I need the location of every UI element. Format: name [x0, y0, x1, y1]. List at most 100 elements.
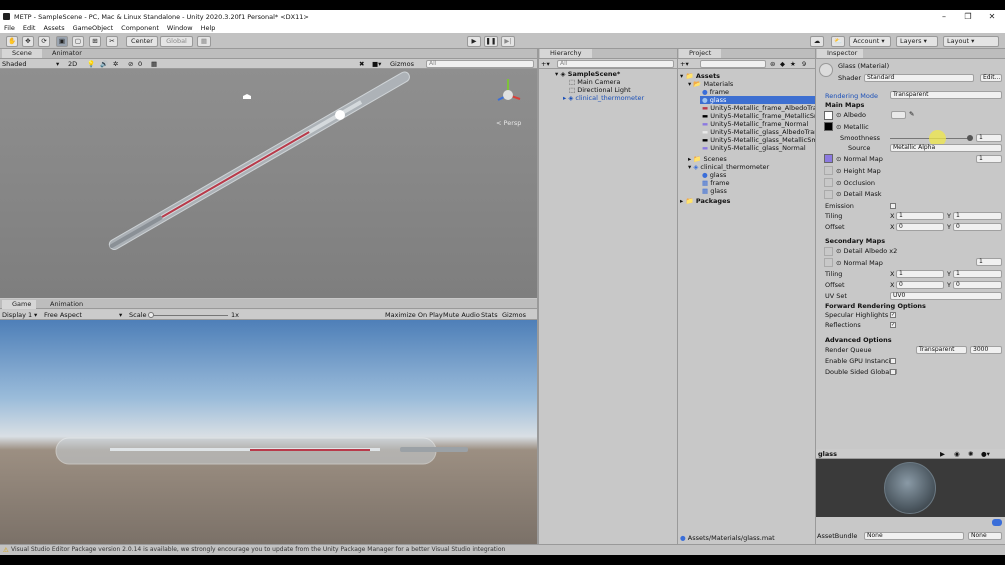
reflections-checkbox[interactable]: ✓	[890, 322, 896, 328]
menu-component[interactable]: Component	[121, 24, 159, 32]
tab-animation[interactable]: Animation	[38, 300, 86, 309]
project-texture-item[interactable]: ▬ Unity5-Metallic_glass_Normal	[702, 144, 806, 152]
offset-x-field[interactable]: 0	[896, 223, 944, 231]
display-dropdown[interactable]: Display 1	[2, 311, 32, 319]
rendering-mode-dropdown[interactable]: Transparent	[890, 91, 1002, 99]
normal-map-slot[interactable]	[824, 154, 833, 163]
project-folder-assets[interactable]: ▾ 📁 Assets	[680, 72, 720, 80]
project-search-input[interactable]	[700, 60, 766, 68]
hierarchy-item-main-camera[interactable]: ⬚ Main Camera	[569, 78, 620, 86]
step-button[interactable]: ▶|	[501, 36, 515, 47]
tab-animator[interactable]: Animator	[44, 49, 90, 58]
minimize-button[interactable]: –	[932, 10, 956, 23]
project-folder-scenes[interactable]: ▸ 📁 Scenes	[688, 155, 727, 163]
tab-scene[interactable]: Scene	[2, 49, 42, 58]
project-filter-icon[interactable]: ⊜	[770, 60, 775, 68]
hierarchy-search-input[interactable]: All	[557, 60, 674, 68]
tiling-x-field[interactable]: 1	[896, 212, 944, 220]
cloud-icon[interactable]: ⛅	[831, 36, 845, 47]
audio-toggle-icon[interactable]: 🔊	[100, 60, 108, 68]
pivot-center-button[interactable]: Center	[126, 36, 158, 47]
project-texture-item[interactable]: ▬ Unity5-Metallic_frame_AlbedoTrans	[702, 104, 815, 112]
hidden-objects-icon[interactable]: ⊘	[128, 60, 133, 68]
pivot-global-button[interactable]: Global	[160, 36, 193, 47]
persp-label[interactable]: < Persp	[496, 119, 521, 127]
close-button[interactable]: ✕	[980, 10, 1004, 23]
menu-edit[interactable]: Edit	[23, 24, 36, 32]
hierarchy-scene-row[interactable]: ▾ ◈ SampleScene*	[555, 70, 620, 78]
game-gizmos-dropdown[interactable]: Gizmos	[502, 311, 526, 319]
project-label-icon[interactable]: ◆	[780, 60, 785, 68]
offset2-y-field[interactable]: 0	[953, 281, 1002, 289]
hierarchy-item-directional-light[interactable]: ⬚ Directional Light	[569, 86, 631, 94]
hierarchy-add-button[interactable]: +▾	[541, 60, 550, 68]
project-texture-item[interactable]: ▬ Unity5-Metallic_frame_Normal	[702, 120, 808, 128]
project-star-icon[interactable]: ★	[790, 60, 796, 68]
transform-tool-icon[interactable]: ⊞	[89, 36, 101, 47]
project-folder-packages[interactable]: ▸ 📁 Packages	[680, 197, 730, 205]
aspect-dropdown[interactable]: Free Aspect	[44, 311, 82, 319]
mode-2d-button[interactable]: 2D	[68, 60, 77, 68]
metallic-texture-slot[interactable]	[824, 122, 833, 131]
offset-y-field[interactable]: 0	[953, 223, 1002, 231]
lighting-toggle-icon[interactable]: 💡	[87, 60, 95, 68]
project-folder-materials[interactable]: ▾ 📂 Materials	[688, 80, 733, 88]
normal-map-scale[interactable]: 1	[976, 155, 1002, 163]
scale-slider-track[interactable]	[150, 315, 228, 316]
collab-icon[interactable]: ☁	[810, 36, 824, 47]
detail-normal-slot[interactable]	[824, 258, 833, 267]
status-message[interactable]: Visual Studio Editor Package version 2.0…	[11, 546, 505, 554]
smoothness-value-field[interactable]: 1	[976, 134, 1002, 142]
shader-edit-button[interactable]: Edit...	[980, 74, 1002, 82]
source-dropdown[interactable]: Metallic Alpha	[890, 144, 1002, 152]
tiling2-y-field[interactable]: 1	[953, 270, 1002, 278]
tab-game[interactable]: Game	[2, 300, 36, 309]
tiling-y-field[interactable]: 1	[953, 212, 1002, 220]
mute-audio-button[interactable]: Mute Audio	[443, 311, 480, 319]
project-item-glass-selected[interactable]: ● glass	[700, 96, 815, 104]
game-viewport[interactable]	[0, 320, 537, 544]
uv-set-dropdown[interactable]: UV0	[890, 292, 1002, 300]
layout-dropdown[interactable]: Layout ▾	[943, 36, 999, 47]
shading-mode-dropdown[interactable]: Shaded	[2, 60, 26, 68]
hierarchy-item-clinical-thermometer[interactable]: ▸ ◈ clinical_thermometer	[563, 94, 644, 102]
custom-tool-icon[interactable]: ✂	[106, 36, 118, 47]
smoothness-slider-knob[interactable]	[967, 135, 973, 141]
tiling2-x-field[interactable]: 1	[896, 270, 944, 278]
menu-window[interactable]: Window	[167, 24, 193, 32]
project-texture-item[interactable]: ▬ Unity5-Metallic_glass_MetallicSmo	[702, 136, 815, 144]
eyedropper-icon[interactable]: ✎	[909, 110, 914, 118]
tab-inspector[interactable]: Inspector	[817, 49, 863, 58]
tab-hierarchy[interactable]: Hierarchy	[540, 49, 592, 58]
scene-viewport[interactable]: < Persp	[0, 69, 537, 298]
specular-highlights-checkbox[interactable]: ✓	[890, 312, 896, 318]
detail-albedo-slot[interactable]	[824, 247, 833, 256]
project-model-glass[interactable]: ● glass	[702, 171, 726, 179]
assetbundle-variant-dropdown[interactable]: None	[968, 532, 1002, 540]
gpu-instancing-checkbox[interactable]	[890, 358, 896, 364]
double-sided-gi-checkbox[interactable]	[890, 369, 896, 375]
detail-mask-slot[interactable]	[824, 190, 833, 199]
scale-slider-knob[interactable]	[148, 312, 154, 318]
project-model-frame-mesh[interactable]: ▦ frame	[702, 179, 730, 187]
account-dropdown[interactable]: Account ▾	[849, 36, 891, 47]
height-map-slot[interactable]	[824, 166, 833, 175]
preview-light-icon[interactable]: ✺	[968, 450, 973, 458]
scene-gizmos-dropdown[interactable]: Gizmos	[390, 60, 414, 68]
preview-mesh-icon[interactable]: ●▾	[981, 450, 990, 458]
project-add-button[interactable]: +▾	[680, 60, 689, 68]
pause-button[interactable]: ❚❚	[484, 36, 498, 47]
grid-snap-icon[interactable]: ▦	[197, 36, 211, 47]
project-texture-item[interactable]: ▬ Unity5-Metallic_frame_MetallicSmo	[702, 112, 815, 120]
layers-dropdown[interactable]: Layers ▾	[896, 36, 938, 47]
project-model-glass-mesh[interactable]: ▦ glass	[702, 187, 727, 195]
shader-dropdown[interactable]: Standard	[864, 74, 974, 82]
tab-project[interactable]: Project	[679, 49, 721, 58]
menu-help[interactable]: Help	[201, 24, 216, 32]
preview-play-icon[interactable]: ▶	[940, 450, 945, 458]
assetbundle-dropdown[interactable]: None	[864, 532, 964, 540]
detail-normal-scale[interactable]: 1	[976, 258, 1002, 266]
project-model-thermometer[interactable]: ▾ ◈ clinical_thermometer	[688, 163, 769, 171]
menu-gameobject[interactable]: GameObject	[73, 24, 114, 32]
maximize-button[interactable]: ❐	[956, 10, 980, 23]
